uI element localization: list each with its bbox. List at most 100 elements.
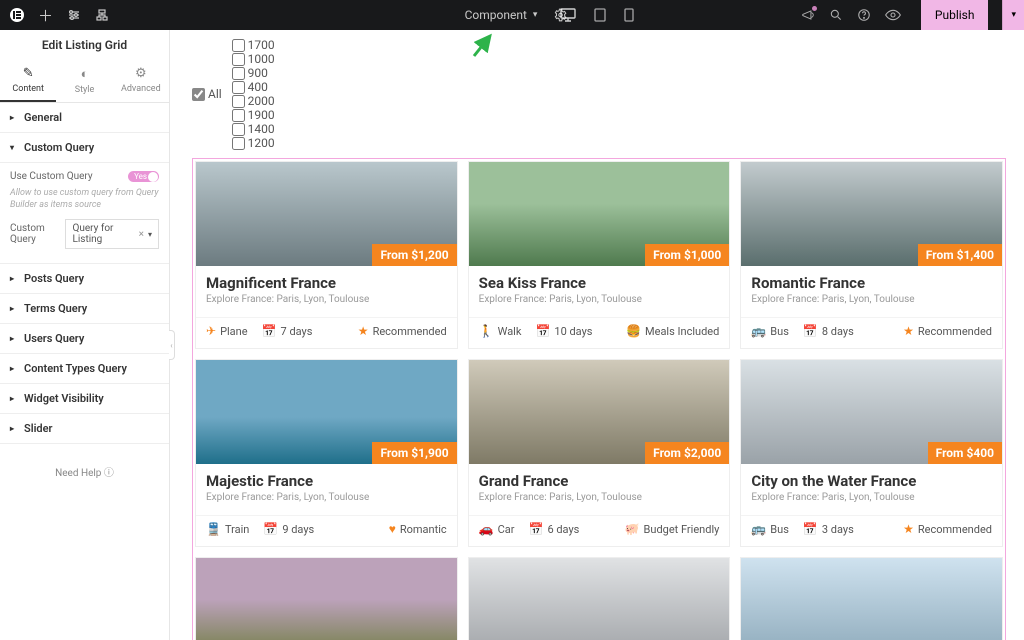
device-desktop-icon[interactable] [560,8,576,22]
chevron-icon: ▸ [10,424,18,433]
listing-card[interactable]: From $900Blue Lagune FranceExplore Franc… [195,557,458,640]
listing-card[interactable]: From $1,000Fog Town FranceExplore France… [468,557,731,640]
card-image: From $1,700 [741,558,1002,640]
budget-icon: 🐖 [625,522,640,536]
card-subtitle: Explore France: Paris, Lyon, Toulouse [479,294,720,305]
tab-advanced[interactable]: ⚙Advanced [113,60,169,102]
chevron-icon: ▸ [10,113,18,122]
card-title: City on the Water France [751,472,992,490]
star-icon: ★ [358,324,369,338]
filter-all[interactable]: All [192,87,222,101]
card-title: Sea Kiss France [479,274,720,292]
chevron-icon: ▸ [10,364,18,373]
tab-content[interactable]: ✎Content [0,60,56,102]
filter-1900[interactable]: 1900 [232,108,275,122]
card-subtitle: Explore France: Paris, Lyon, Toulouse [206,492,447,503]
price-badge: From $1,400 [918,244,1002,266]
filter-checkbox[interactable] [232,109,245,122]
chevron-icon: ▸ [10,274,18,283]
section-widget-visibility[interactable]: ▸Widget Visibility [0,384,169,414]
walk-icon: 🚶 [479,324,494,338]
tab-style[interactable]: ◐Style [56,60,112,102]
filter-checkbox[interactable] [232,39,245,52]
gear-icon: ⚙ [113,66,169,81]
filter-1000[interactable]: 1000 [232,52,275,66]
canvas: All 1700 1000 900 400 2000 1900 1400 120… [184,30,1014,640]
listing-card[interactable]: From $400City on the Water FranceExplore… [740,359,1003,547]
listing-card[interactable]: From $1,400Romantic FranceExplore France… [740,161,1003,349]
section-posts-query[interactable]: ▸Posts Query [0,264,169,294]
card-meta: 🚶Walk📅10 days🍔Meals Included [469,317,730,348]
filter-checkbox[interactable] [232,137,245,150]
listing-card[interactable]: From $2,000Grand FranceExplore France: P… [468,359,731,547]
publish-dropdown[interactable]: ▾ [1002,0,1024,30]
heart-icon: ♥ [389,522,396,536]
card-image: From $1,200 [196,162,457,266]
card-subtitle: Explore France: Paris, Lyon, Toulouse [206,294,447,305]
filter-2000[interactable]: 2000 [232,94,275,108]
card-title: Romantic France [751,274,992,292]
filter-checkbox[interactable] [232,53,245,66]
filter-checkbox[interactable] [232,81,245,94]
calendar-icon: 📅 [803,324,818,338]
whats-new-icon[interactable] [801,8,815,22]
listing-grid-widget[interactable]: From $1,200 Magnificent France Explore Fra… [192,158,1006,640]
component-dropdown[interactable]: Component ▾ [457,4,546,26]
use-custom-query-toggle[interactable]: Yes [128,171,159,182]
listing-card[interactable]: From $1,900Majestic FranceExplore France… [195,359,458,547]
card-image: From $2,000 [469,360,730,464]
listing-card[interactable]: From $1,000 Sea Kiss France Explore France… [468,161,731,349]
star-icon: ★ [903,324,914,338]
section-custom-query[interactable]: ▾Custom Query [0,133,169,163]
car-icon: 🚗 [479,522,494,536]
card-meta: ✈Plane📅7 days★Recommended [196,317,457,348]
filter-1200[interactable]: 1200 [232,136,275,150]
add-icon[interactable]: ＋ [38,5,53,26]
price-badge: From $1,000 [645,244,729,266]
settings-icon[interactable] [67,8,81,22]
custom-query-select[interactable]: Query for Listing ×▾ [65,219,159,249]
help-icon[interactable] [857,8,871,22]
component-label: Component [465,8,527,22]
device-mobile-icon[interactable] [624,8,634,22]
filter-checkbox[interactable] [232,95,245,108]
structure-icon[interactable] [95,8,109,22]
filter-checkbox[interactable] [232,123,245,136]
calendar-icon: 📅 [535,324,550,338]
listing-card[interactable]: From $1,700French AutumnExplore France: … [740,557,1003,640]
pencil-icon: ✎ [0,66,56,81]
calendar-icon: 📅 [263,522,278,536]
listing-card[interactable]: From $1,200 Magnificent France Explore Fra… [195,161,458,349]
use-custom-query-label: Use Custom Query [10,171,93,182]
section-content-types-query[interactable]: ▸Content Types Query [0,354,169,384]
panel-collapse-handle[interactable]: ‹ [169,330,175,360]
need-help-link[interactable]: Need Help ⓘ [0,464,169,479]
preview-icon[interactable] [885,8,901,22]
device-tablet-icon[interactable] [594,8,606,22]
filter-900[interactable]: 900 [232,66,275,80]
section-terms-query[interactable]: ▸Terms Query [0,294,169,324]
card-image: From $1,000 [469,162,730,266]
filter-checkbox[interactable] [192,88,205,101]
calendar-icon: 📅 [803,522,818,536]
clear-icon[interactable]: × [139,229,144,240]
publish-button[interactable]: Publish [921,0,989,30]
panel-title: Edit Listing Grid [0,30,169,60]
filter-1400[interactable]: 1400 [232,122,275,136]
card-meta: 🚌Bus📅3 days★Recommended [741,515,1002,546]
filter-400[interactable]: 400 [232,80,275,94]
style-icon: ◐ [56,66,112,82]
filter-checkbox[interactable] [232,67,245,80]
sidebar: Edit Listing Grid ✎Content ◐Style ⚙Advan… [0,30,170,640]
filter-1700[interactable]: 1700 [232,38,275,52]
chevron-icon: ▸ [10,334,18,343]
price-badge: From $400 [928,442,1002,464]
finder-icon[interactable] [829,8,843,22]
card-image: From $400 [741,360,1002,464]
elementor-logo-icon[interactable] [10,8,24,22]
panel-tabs: ✎Content ◐Style ⚙Advanced [0,60,169,103]
card-title: Magnificent France [206,274,447,292]
section-slider[interactable]: ▸Slider [0,414,169,444]
section-users-query[interactable]: ▸Users Query [0,324,169,354]
section-general[interactable]: ▸General [0,103,169,133]
